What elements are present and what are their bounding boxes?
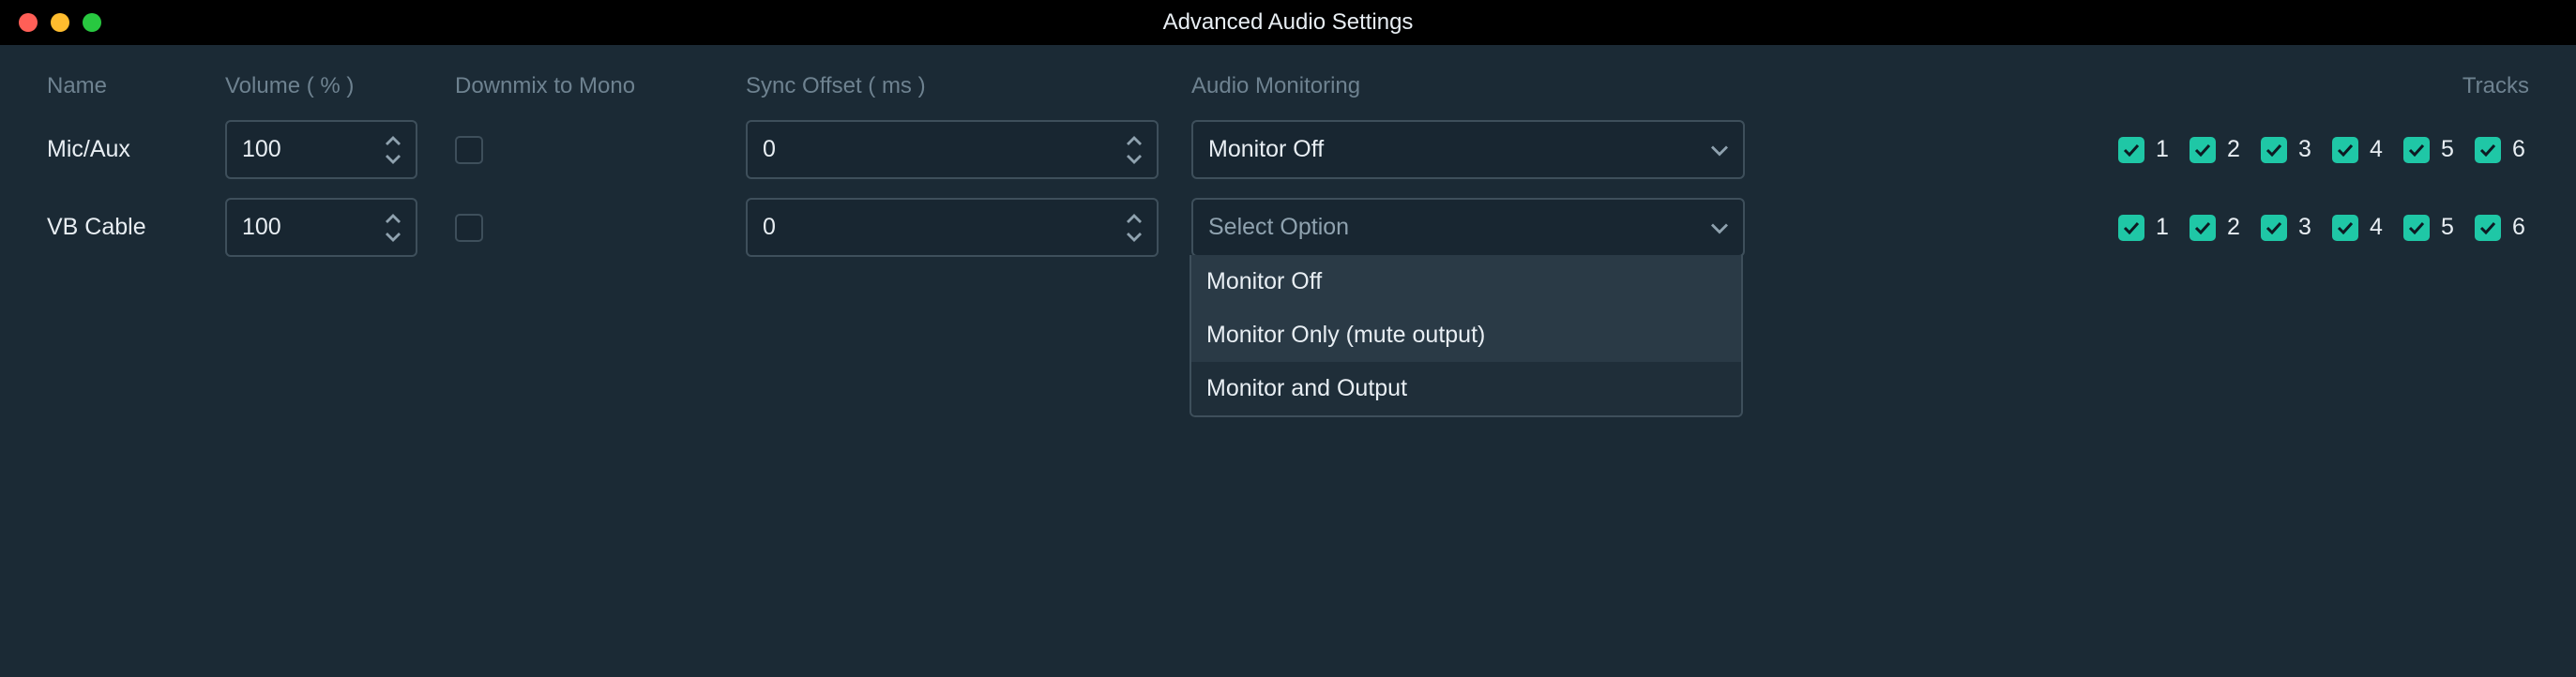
traffic-lights (0, 13, 101, 32)
volume-step-down[interactable] (380, 228, 406, 247)
track-2-checkbox[interactable] (2190, 137, 2216, 163)
audio-source-row: VB Cable 100 0 Sele (47, 198, 2529, 257)
track-3-checkbox[interactable] (2261, 137, 2287, 163)
track-label: 4 (2370, 136, 2387, 163)
source-name: VB Cable (47, 214, 225, 241)
source-name: Mic/Aux (47, 136, 225, 163)
maximize-window-button[interactable] (83, 13, 101, 32)
sync-value: 0 (763, 136, 776, 163)
track-2-checkbox[interactable] (2190, 215, 2216, 241)
monitoring-option-only[interactable]: Monitor Only (mute output) (1191, 308, 1741, 362)
window-title: Advanced Audio Settings (1163, 9, 1414, 36)
sync-step-up[interactable] (1121, 131, 1147, 150)
sync-offset-input[interactable]: 0 (746, 198, 1159, 257)
monitoring-option-off[interactable]: Monitor Off (1191, 255, 1741, 308)
header-tracks: Tracks (2462, 73, 2529, 98)
header-name: Name (47, 73, 107, 98)
track-label: 2 (2227, 136, 2244, 163)
track-label: 1 (2156, 136, 2173, 163)
monitoring-select[interactable]: Select Option (1191, 198, 1745, 257)
track-label: 2 (2227, 214, 2244, 241)
downmix-checkbox[interactable] (455, 214, 483, 242)
tracks-group: 1 2 3 4 5 6 (2118, 214, 2529, 241)
sync-value: 0 (763, 214, 776, 241)
header-downmix: Downmix to Mono (455, 73, 635, 98)
volume-input[interactable]: 100 (225, 198, 417, 257)
track-4-checkbox[interactable] (2332, 137, 2358, 163)
track-6-checkbox[interactable] (2475, 137, 2501, 163)
track-5-checkbox[interactable] (2403, 137, 2430, 163)
audio-source-row: Mic/Aux 100 0 Monit (47, 120, 2529, 179)
volume-step-up[interactable] (380, 209, 406, 228)
track-label: 6 (2512, 214, 2529, 241)
volume-step-up[interactable] (380, 131, 406, 150)
track-1-checkbox[interactable] (2118, 137, 2144, 163)
header-row: Name Volume ( % ) Downmix to Mono Sync O… (47, 73, 2529, 99)
monitoring-dropdown: Monitor Off Monitor Only (mute output) M… (1190, 255, 1743, 417)
monitoring-value: Monitor Off (1208, 136, 1324, 163)
content-area: Name Volume ( % ) Downmix to Mono Sync O… (0, 45, 2576, 304)
header-monitoring: Audio Monitoring (1191, 73, 1360, 98)
track-5-checkbox[interactable] (2403, 215, 2430, 241)
track-label: 5 (2441, 214, 2458, 241)
close-window-button[interactable] (19, 13, 38, 32)
chevron-down-icon (1711, 136, 1728, 163)
volume-step-down[interactable] (380, 150, 406, 169)
header-sync: Sync Offset ( ms ) (746, 73, 926, 98)
track-label: 6 (2512, 136, 2529, 163)
sync-step-down[interactable] (1121, 150, 1147, 169)
minimize-window-button[interactable] (51, 13, 69, 32)
track-label: 3 (2298, 136, 2315, 163)
sync-step-up[interactable] (1121, 209, 1147, 228)
volume-value: 100 (242, 214, 281, 241)
header-volume: Volume ( % ) (225, 73, 354, 98)
sync-step-down[interactable] (1121, 228, 1147, 247)
monitoring-option-and-output[interactable]: Monitor and Output (1191, 362, 1741, 415)
volume-value: 100 (242, 136, 281, 163)
chevron-down-icon (1711, 214, 1728, 241)
titlebar: Advanced Audio Settings (0, 0, 2576, 45)
monitoring-value: Select Option (1208, 214, 1349, 241)
tracks-group: 1 2 3 4 5 6 (2118, 136, 2529, 163)
track-label: 1 (2156, 214, 2173, 241)
downmix-checkbox[interactable] (455, 136, 483, 164)
track-6-checkbox[interactable] (2475, 215, 2501, 241)
track-label: 5 (2441, 136, 2458, 163)
track-label: 4 (2370, 214, 2387, 241)
track-3-checkbox[interactable] (2261, 215, 2287, 241)
volume-input[interactable]: 100 (225, 120, 417, 179)
track-1-checkbox[interactable] (2118, 215, 2144, 241)
sync-offset-input[interactable]: 0 (746, 120, 1159, 179)
track-label: 3 (2298, 214, 2315, 241)
track-4-checkbox[interactable] (2332, 215, 2358, 241)
monitoring-select[interactable]: Monitor Off (1191, 120, 1745, 179)
